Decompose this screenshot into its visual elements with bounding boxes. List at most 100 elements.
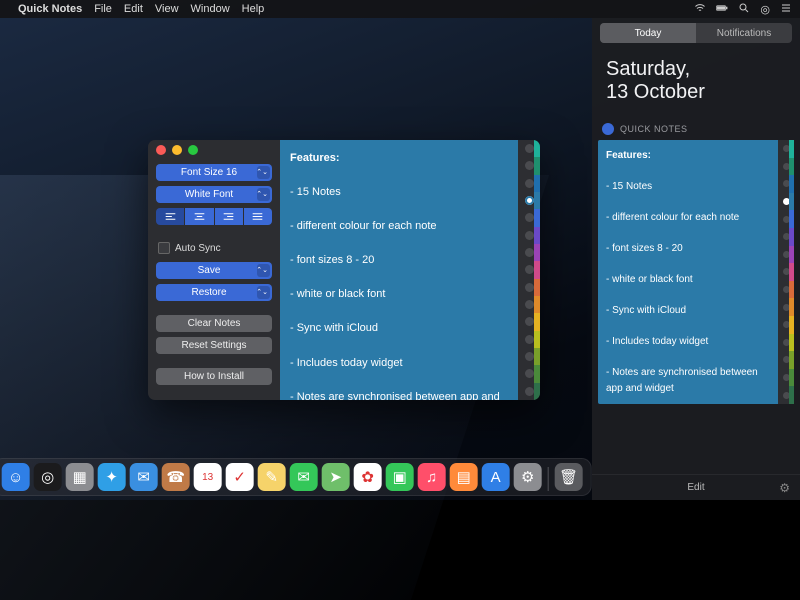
menubar-app-name[interactable]: Quick Notes <box>18 3 82 15</box>
color-swatch[interactable] <box>518 365 540 382</box>
dock-separator <box>548 467 549 491</box>
menubar-item-window[interactable]: Window <box>191 3 230 15</box>
color-swatch[interactable] <box>778 386 794 404</box>
dock-app-itunes[interactable]: ♫ <box>418 463 446 491</box>
menubar-menus: Quick Notes File Edit View Window Help <box>18 3 264 15</box>
color-swatch[interactable] <box>518 227 540 244</box>
notification-center-icon[interactable] <box>780 2 792 17</box>
dock-app-safari[interactable]: ✦ <box>98 463 126 491</box>
restore-dropdown[interactable]: Restore ⌃⌄ <box>156 284 272 301</box>
auto-sync-checkbox[interactable] <box>158 242 170 254</box>
dock-app-facetime[interactable]: ▣ <box>386 463 414 491</box>
align-left-button[interactable] <box>156 208 184 225</box>
color-swatch[interactable] <box>518 244 540 261</box>
widget-note-line: - Includes today widget <box>606 336 708 347</box>
dock-app-maps[interactable]: ➤ <box>322 463 350 491</box>
dock-app-photos[interactable]: ✿ <box>354 463 382 491</box>
color-swatch[interactable] <box>518 331 540 348</box>
window-minimize-button[interactable] <box>172 145 182 155</box>
gear-icon[interactable]: ⚙ <box>779 481 790 495</box>
dock-trash[interactable]: 🗑 <box>555 463 583 491</box>
color-swatch[interactable] <box>518 209 540 226</box>
color-swatch[interactable] <box>778 210 794 228</box>
font-size-dropdown[interactable]: Font Size 16 ⌃⌄ <box>156 164 272 181</box>
nc-date-line2: 13 October <box>606 81 786 104</box>
color-swatch[interactable] <box>518 313 540 330</box>
menubar-item-view[interactable]: View <box>155 3 179 15</box>
dock-app-launchpad[interactable]: ▦ <box>66 463 94 491</box>
color-swatch[interactable] <box>778 246 794 264</box>
color-swatch[interactable] <box>778 158 794 176</box>
menubar-item-edit[interactable]: Edit <box>124 3 143 15</box>
dock-app-preferences[interactable]: ⚙ <box>514 463 542 491</box>
nc-date-line1: Saturday, <box>606 58 786 81</box>
note-color-picker <box>518 140 540 400</box>
nc-tab-notifications[interactable]: Notifications <box>696 23 792 43</box>
color-swatch[interactable] <box>518 383 540 400</box>
battery-icon[interactable] <box>716 2 728 17</box>
nc-tabs: Today Notifications <box>600 23 792 43</box>
dock-app-appstore[interactable]: A <box>482 463 510 491</box>
align-justify-button[interactable] <box>244 208 272 225</box>
quick-notes-widget[interactable]: Features: - 15 Notes - different colour … <box>598 140 794 404</box>
nc-tab-today[interactable]: Today <box>600 23 696 43</box>
note-editor[interactable]: Features: - 15 Notes - different colour … <box>280 140 518 400</box>
window-zoom-button[interactable] <box>188 145 198 155</box>
color-swatch[interactable] <box>778 281 794 299</box>
color-swatch[interactable] <box>778 334 794 352</box>
dock-app-finder[interactable]: ☺ <box>2 463 30 491</box>
auto-sync-label: Auto Sync <box>175 243 221 254</box>
color-swatch[interactable] <box>778 175 794 193</box>
nc-date: Saturday, 13 October <box>592 48 800 118</box>
wifi-icon[interactable] <box>694 2 706 17</box>
note-line: - Notes are synchronised between app and… <box>290 391 500 400</box>
color-swatch[interactable] <box>778 263 794 281</box>
color-swatch[interactable] <box>518 348 540 365</box>
window-close-button[interactable] <box>156 145 166 155</box>
chevron-updown-icon: ⌃⌄ <box>256 267 268 274</box>
how-to-install-button[interactable]: How to Install <box>156 368 272 385</box>
spotlight-icon[interactable] <box>738 2 750 17</box>
widget-note-content: Features: - 15 Notes - different colour … <box>606 148 774 396</box>
dock-app-siri[interactable]: ◎ <box>34 463 62 491</box>
widget-note-line: - white or black font <box>606 274 693 285</box>
color-swatch[interactable] <box>778 351 794 369</box>
quick-notes-widget-icon <box>602 123 614 135</box>
dock-app-contacts[interactable]: ☎ <box>162 463 190 491</box>
window-titlebar[interactable] <box>148 140 540 160</box>
color-swatch[interactable] <box>518 261 540 278</box>
color-swatch[interactable] <box>778 369 794 387</box>
dock-app-notes[interactable]: ✎ <box>258 463 286 491</box>
siri-icon[interactable]: ◎ <box>760 3 770 16</box>
auto-sync-row[interactable]: Auto Sync <box>156 239 272 257</box>
menubar-item-file[interactable]: File <box>94 3 112 15</box>
align-right-button[interactable] <box>215 208 243 225</box>
dock-app-ibooks[interactable]: ▤ <box>450 463 478 491</box>
note-line: - font sizes 8 - 20 <box>290 254 374 266</box>
font-color-value: White Font <box>185 189 233 200</box>
color-swatch[interactable] <box>778 193 794 211</box>
align-center-button[interactable] <box>185 208 213 225</box>
dock-app-reminders[interactable]: ✓ <box>226 463 254 491</box>
color-swatch[interactable] <box>778 140 794 158</box>
menubar-item-help[interactable]: Help <box>242 3 265 15</box>
color-swatch[interactable] <box>778 316 794 334</box>
clear-notes-button[interactable]: Clear Notes <box>156 315 272 332</box>
nc-edit-button[interactable]: Edit <box>687 482 704 493</box>
save-dropdown[interactable]: Save ⌃⌄ <box>156 262 272 279</box>
dock-app-mail[interactable]: ✉ <box>130 463 158 491</box>
color-swatch[interactable] <box>518 157 540 174</box>
color-swatch[interactable] <box>518 192 540 209</box>
color-swatch[interactable] <box>778 228 794 246</box>
color-swatch[interactable] <box>518 175 540 192</box>
color-swatch[interactable] <box>518 296 540 313</box>
widget-note-line: - font sizes 8 - 20 <box>606 243 683 254</box>
dock-app-calendar[interactable]: 13 <box>194 463 222 491</box>
font-color-dropdown[interactable]: White Font ⌃⌄ <box>156 186 272 203</box>
color-swatch[interactable] <box>518 140 540 157</box>
notification-center: Today Notifications Saturday, 13 October… <box>592 18 800 500</box>
dock-app-messages[interactable]: ✉ <box>290 463 318 491</box>
color-swatch[interactable] <box>518 279 540 296</box>
color-swatch[interactable] <box>778 298 794 316</box>
reset-settings-button[interactable]: Reset Settings <box>156 337 272 354</box>
